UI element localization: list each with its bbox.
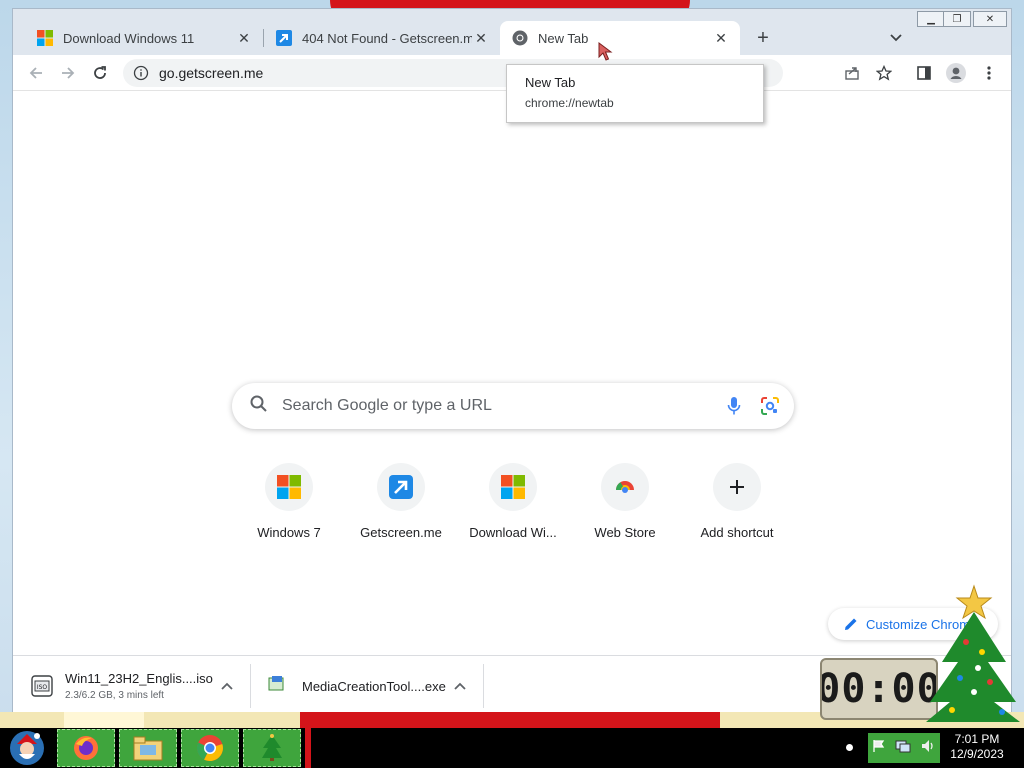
- iso-file-icon: ISO: [31, 675, 53, 697]
- microsoft-logo-icon: [37, 30, 53, 46]
- forward-arrow-icon[interactable]: [55, 60, 81, 86]
- download-filename: MediaCreationTool....exe: [302, 678, 446, 694]
- tooltip-title: New Tab: [525, 75, 576, 90]
- volume-icon[interactable]: [920, 738, 936, 759]
- taskbar-file-explorer-icon[interactable]: [119, 729, 177, 767]
- close-window-button[interactable]: ✕: [973, 11, 1007, 27]
- download-filename: Win11_23H2_Englis....iso: [65, 671, 213, 686]
- taskbar-red-divider: [305, 728, 311, 768]
- shortcut-windows-7[interactable]: Windows 7: [233, 463, 345, 540]
- restore-button[interactable]: ❐: [943, 11, 971, 27]
- tab-strip: Download Windows 11 ✕ 404 Not Found - Ge…: [13, 9, 1011, 55]
- tab-title: 404 Not Found - Getscreen.me: [302, 30, 472, 46]
- menu-kebab-icon[interactable]: [976, 60, 1002, 86]
- tab-close-icon[interactable]: ✕: [712, 29, 730, 47]
- taskbar-firefox-icon[interactable]: [57, 729, 115, 767]
- download-item-exe[interactable]: MediaCreationTool....exe: [268, 662, 478, 710]
- shortcut-label: Web Store: [594, 525, 656, 540]
- christmas-tree-icon: [916, 582, 1024, 728]
- flag-icon[interactable]: [872, 739, 886, 758]
- url-text: go.getscreen.me: [159, 65, 264, 81]
- share-icon[interactable]: [839, 60, 865, 86]
- chevron-up-icon[interactable]: [450, 676, 470, 696]
- shortcut-label: Getscreen.me: [360, 525, 442, 540]
- start-button-santa-icon[interactable]: [4, 729, 50, 767]
- plus-icon: [713, 463, 761, 511]
- shortcut-getscreen[interactable]: Getscreen.me: [345, 463, 457, 540]
- svg-text:ISO: ISO: [37, 684, 48, 691]
- chrome-window: Download Windows 11 ✕ 404 Not Found - Ge…: [12, 8, 1012, 716]
- shortcut-download-windows[interactable]: Download Wi...: [457, 463, 569, 540]
- download-status: 2.3/6.2 GB, 3 mins left: [65, 690, 164, 701]
- shortcut-label: Download Wi...: [469, 525, 557, 540]
- taskbar-christmas-tree-icon[interactable]: [243, 729, 301, 767]
- shortcut-add[interactable]: Add shortcut: [681, 463, 793, 540]
- tab-download-windows-11[interactable]: Download Windows 11 ✕: [25, 21, 263, 55]
- back-arrow-icon[interactable]: [23, 60, 49, 86]
- side-panel-icon[interactable]: [911, 60, 937, 86]
- download-separator: [483, 664, 484, 708]
- bookmark-star-icon[interactable]: [871, 60, 897, 86]
- profile-avatar-icon[interactable]: [943, 60, 969, 86]
- tab-404-not-found[interactable]: 404 Not Found - Getscreen.me ✕: [264, 21, 500, 55]
- chevron-up-icon[interactable]: [217, 676, 237, 696]
- web-store-icon: [601, 463, 649, 511]
- mouse-cursor-icon: [598, 42, 614, 67]
- reload-icon[interactable]: [87, 60, 113, 86]
- pencil-icon: [844, 617, 858, 631]
- search-placeholder: Search Google or type a URL: [282, 397, 492, 414]
- system-tray: [868, 733, 940, 763]
- chrome-icon: [512, 30, 528, 46]
- tab-new-tab[interactable]: New Tab ✕: [500, 21, 740, 55]
- taskbar-chrome-icon[interactable]: [181, 729, 239, 767]
- info-icon[interactable]: [133, 65, 149, 81]
- tab-close-icon[interactable]: ✕: [235, 29, 253, 47]
- ntp-search-box[interactable]: Search Google or type a URL: [232, 383, 794, 429]
- microsoft-logo-icon: [265, 463, 313, 511]
- download-separator: [250, 664, 251, 708]
- minimize-button[interactable]: ▁: [917, 11, 945, 27]
- google-lens-icon[interactable]: [758, 394, 782, 418]
- exe-file-icon: [268, 675, 290, 697]
- shortcut-label: Add shortcut: [700, 525, 774, 540]
- microsoft-logo-icon: [489, 463, 537, 511]
- search-icon: [250, 395, 268, 418]
- getscreen-arrow-icon: [276, 30, 292, 46]
- network-icon[interactable]: [895, 738, 911, 759]
- tooltip-url: chrome://newtab: [525, 96, 614, 110]
- tab-title: New Tab: [538, 30, 589, 46]
- tab-hover-tooltip: New Tab chrome://newtab: [506, 64, 764, 123]
- tab-search-chevron-icon[interactable]: [884, 26, 908, 50]
- tab-close-icon[interactable]: ✕: [472, 29, 490, 47]
- new-tab-button[interactable]: +: [751, 26, 775, 50]
- clock-date: 12/9/2023: [950, 747, 1004, 761]
- taskbar-clock[interactable]: 7:01 PM 12/9/2023: [944, 732, 1010, 762]
- getscreen-arrow-icon: [377, 463, 425, 511]
- tab-title: Download Windows 11: [63, 30, 195, 46]
- download-item-iso[interactable]: ISO Win11_23H2_Englis....iso 2.3/6.2 GB,…: [31, 662, 241, 710]
- clock-time: 7:01 PM: [954, 732, 1000, 746]
- microphone-icon[interactable]: [722, 394, 746, 418]
- shortcut-web-store[interactable]: Web Store: [569, 463, 681, 540]
- tray-dot-icon: [846, 744, 853, 751]
- shortcut-label: Windows 7: [257, 525, 321, 540]
